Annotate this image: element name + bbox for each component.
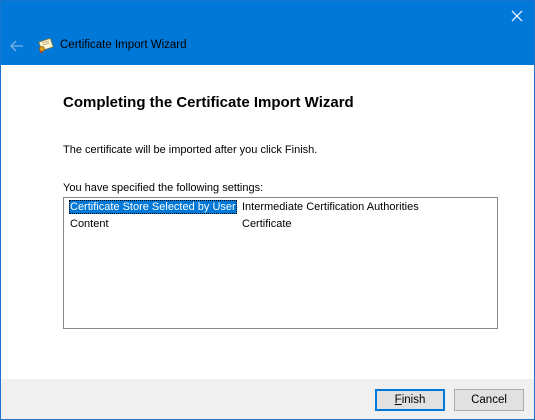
settings-label: You have specified the following setting… bbox=[63, 182, 264, 194]
title-bar: Certificate Import Wizard bbox=[1, 1, 534, 65]
settings-list[interactable]: Certificate Store Selected by User Inter… bbox=[63, 197, 498, 329]
setting-value: Certificate bbox=[242, 218, 292, 230]
info-text: The certificate will be imported after y… bbox=[63, 144, 318, 156]
wizard-window: Certificate Import Wizard Completing the… bbox=[0, 0, 535, 420]
setting-key: Certificate Store Selected by User bbox=[69, 200, 237, 214]
back-arrow-icon bbox=[10, 40, 23, 52]
button-bar: Finish Cancel bbox=[1, 379, 534, 419]
cancel-button[interactable]: Cancel bbox=[454, 389, 524, 411]
window-title: Certificate Import Wizard bbox=[60, 39, 187, 51]
cancel-label: Cancel bbox=[471, 394, 507, 406]
close-button[interactable] bbox=[506, 5, 528, 27]
certificate-icon bbox=[37, 36, 55, 54]
settings-row[interactable]: Certificate Store Selected by User Inter… bbox=[64, 200, 497, 216]
page-heading: Completing the Certificate Import Wizard bbox=[63, 94, 354, 111]
close-icon bbox=[511, 10, 523, 22]
settings-row[interactable]: Content Certificate bbox=[64, 217, 497, 233]
back-button[interactable] bbox=[7, 37, 27, 55]
finish-label: Finish bbox=[394, 394, 426, 406]
setting-key: Content bbox=[70, 218, 109, 230]
setting-value: Intermediate Certification Authorities bbox=[242, 201, 419, 213]
finish-button[interactable]: Finish bbox=[375, 389, 445, 411]
